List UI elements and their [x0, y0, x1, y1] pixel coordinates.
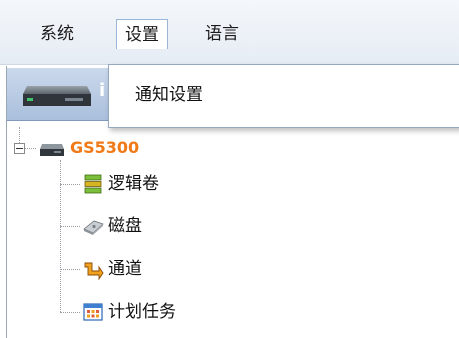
- tree-node-label: 逻辑卷: [108, 174, 159, 194]
- tree-line: [60, 160, 61, 312]
- channel-icon: [84, 262, 104, 280]
- disk-icon: [83, 220, 104, 235]
- tree-line: [60, 184, 80, 185]
- menu-bar: 系统 设置 语言: [0, 0, 459, 65]
- menu-system[interactable]: 系统: [32, 19, 82, 49]
- settings-dropdown-menu: 通知设置: [108, 64, 459, 128]
- menu-settings[interactable]: 设置: [116, 19, 168, 49]
- server-icon: [23, 86, 91, 106]
- server-icon: [40, 144, 64, 156]
- tree-line: [60, 226, 80, 227]
- tree-line: [19, 127, 20, 143]
- menu-item-notification-settings[interactable]: 通知设置: [129, 79, 209, 111]
- tree-node-label: 计划任务: [108, 302, 176, 322]
- tree-node-label: 磁盘: [108, 216, 142, 236]
- panel-header-label: i: [99, 80, 106, 101]
- tree-line: [24, 148, 36, 149]
- tree-line: [60, 312, 80, 313]
- tree-line: [60, 269, 80, 270]
- logical-volume-icon: [84, 174, 102, 194]
- tree-node-label: GS5300: [70, 138, 140, 157]
- scheduled-task-icon: [83, 303, 103, 321]
- tree-node-label: 通道: [108, 259, 142, 279]
- tree-collapse-toggle[interactable]: [14, 143, 25, 154]
- menu-language[interactable]: 语言: [197, 19, 247, 49]
